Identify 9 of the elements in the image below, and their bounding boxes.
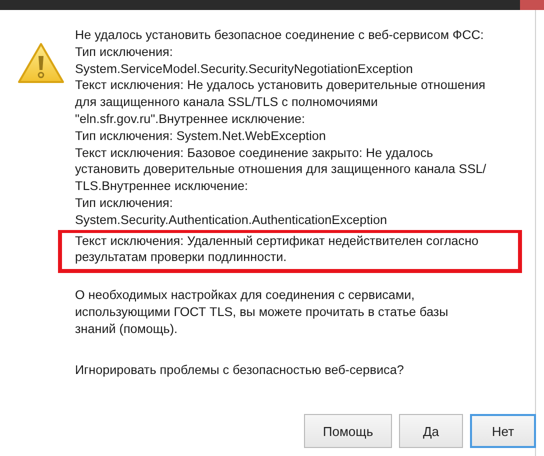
warning-icon: [17, 42, 65, 84]
dialog-button[interactable]: Нет: [470, 414, 536, 448]
close-button[interactable]: [520, 0, 544, 10]
error-message: Не удалось установить безопасное соединение с веб-сервисом ФСС: Тип исключения: System.ServiceModel.Security.SecurityNegotiationException Текст исключения: Не удалось установить доверительные отношения для защищенного канала SSL/TLS с полномочиями "eln.sfr.gov.ru".Внутреннее исключение: Тип исключения: System.Net.WebException Текст исключения: Базовое соединение закрыто: Не удалось установить доверительные отношения для защищенного канала SSL/ TLS.Внутреннее исключение: Тип исключения: System.Security.Authentication.AuthenticationException: [75, 27, 488, 229]
help-note: О необходимых настройках для соединения с сервисами, использующими ГОСТ TLS, вы можете прочитать в статье базы знаний (помощь).: [75, 287, 450, 338]
question-text: Игнорировать проблемы с безопасностью веб-сервиса?: [75, 362, 405, 378]
error-message: Текст исключения: Удаленный сертификат недействителен согласно результатам проверки подлинности.: [75, 232, 480, 266]
dialog-button[interactable]: Да: [399, 414, 463, 448]
dialog-button[interactable]: Помощь: [304, 414, 392, 448]
